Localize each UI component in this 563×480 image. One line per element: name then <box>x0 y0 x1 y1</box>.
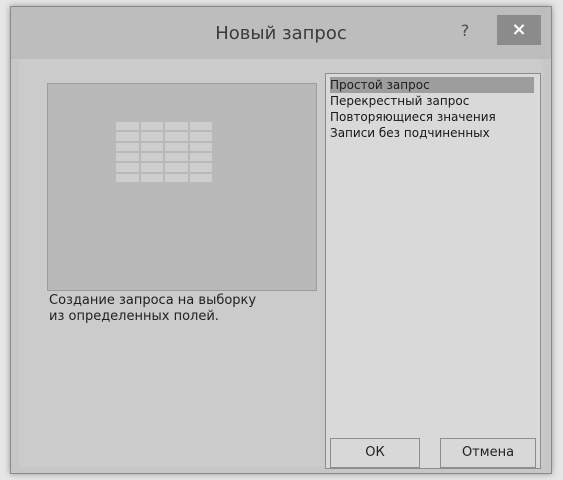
query-type-list[interactable]: Простой запрос Перекрестный запрос Повто… <box>325 73 541 469</box>
help-button[interactable]: ? <box>454 19 476 43</box>
dialog-content: Создание запроса на выборку из определен… <box>19 59 543 469</box>
screen: Новый запрос ? × Создание запроса на выб… <box>0 0 563 480</box>
description-line-2: из определенных полей. <box>49 309 219 324</box>
new-query-dialog: Новый запрос ? × Создание запроса на выб… <box>10 6 552 474</box>
cancel-button[interactable]: Отмена <box>440 438 536 468</box>
description-line-1: Создание запроса на выборку <box>49 293 257 308</box>
close-button[interactable]: × <box>497 15 541 45</box>
list-item-duplicates-query[interactable]: Повторяющиеся значения <box>330 109 534 125</box>
query-preview-panel <box>47 83 317 291</box>
list-item-unmatched-query[interactable]: Записи без подчиненных <box>330 125 534 141</box>
title-bar: Новый запрос ? × <box>11 7 551 59</box>
list-item-simple-query[interactable]: Простой запрос <box>330 77 534 93</box>
query-preview-icon <box>116 122 212 182</box>
query-description: Создание запроса на выборку из определен… <box>49 293 319 325</box>
ok-button[interactable]: ОК <box>330 438 420 468</box>
list-item-crosstab-query[interactable]: Перекрестный запрос <box>330 93 534 109</box>
